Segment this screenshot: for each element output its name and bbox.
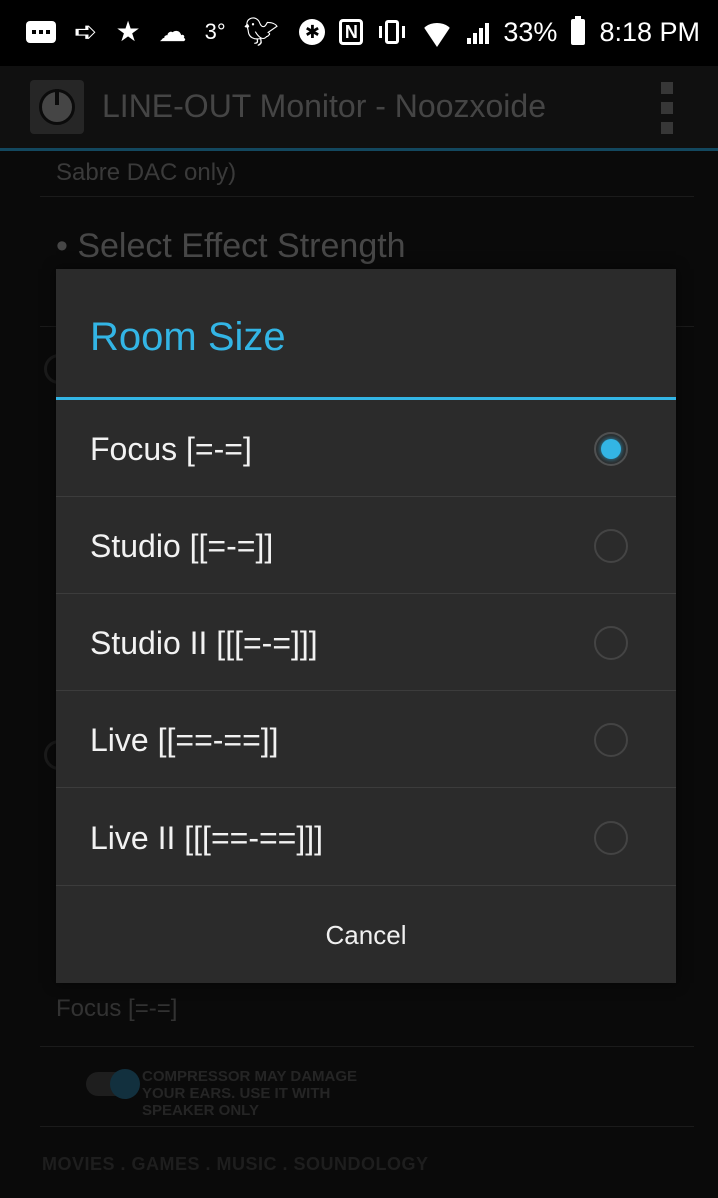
message-icon — [26, 21, 56, 43]
dialog-button-bar: Cancel — [56, 888, 676, 983]
send-icon: ➪ — [74, 16, 98, 47]
radio-checked-icon[interactable] — [594, 432, 628, 466]
battery-percent: 33% — [503, 17, 558, 47]
option-label: Focus [=-=] — [90, 431, 252, 467]
screen: ➪ ★ ☁ 3° 🐦︎ ✱ N 33% 8:18 PM LINE-OUT Mon… — [0, 0, 718, 1198]
radio-unchecked-icon[interactable] — [594, 723, 628, 757]
twitter-icon: 🐦︎ — [243, 16, 280, 47]
nfc-icon: N — [339, 19, 364, 45]
battery-icon — [571, 16, 586, 45]
vibrate-icon — [379, 20, 406, 44]
clock: 8:18 PM — [599, 17, 700, 47]
temperature-text: 3° — [204, 19, 226, 44]
signal-icon — [467, 20, 490, 44]
cloud-icon: ☁ — [158, 16, 187, 47]
status-bar: ➪ ★ ☁ 3° 🐦︎ ✱ N 33% 8:18 PM — [0, 0, 718, 66]
option-live[interactable]: Live [[==-==]] — [56, 691, 676, 788]
option-studio-ii[interactable]: Studio II [[[=-=]]] — [56, 594, 676, 691]
option-live-ii[interactable]: Live II [[[==-==]]] — [56, 789, 676, 886]
room-size-dialog: Room Size Focus [=-=] Studio [[=-=]] Stu… — [56, 269, 676, 983]
option-label: Live II [[[==-==]]] — [90, 820, 324, 856]
option-studio[interactable]: Studio [[=-=]] — [56, 497, 676, 594]
status-bar-system: ✱ N 33% 8:18 PM — [299, 14, 700, 50]
cancel-button[interactable]: Cancel — [56, 888, 676, 983]
option-label: Studio II [[[=-=]]] — [90, 625, 318, 661]
status-bar-notifications: ➪ ★ ☁ 3° 🐦︎ — [26, 14, 279, 50]
bluetooth-icon: ✱ — [299, 19, 326, 45]
radio-unchecked-icon[interactable] — [594, 626, 628, 660]
option-label: Studio [[=-=]] — [90, 528, 274, 564]
option-focus[interactable]: Focus [=-=] — [56, 400, 676, 497]
radio-unchecked-icon[interactable] — [594, 821, 628, 855]
wifi-icon — [421, 23, 454, 47]
dialog-title: Room Size — [90, 315, 286, 359]
option-label: Live [[==-==]] — [90, 722, 279, 758]
star-icon: ★ — [115, 16, 141, 47]
radio-unchecked-icon[interactable] — [594, 529, 628, 563]
